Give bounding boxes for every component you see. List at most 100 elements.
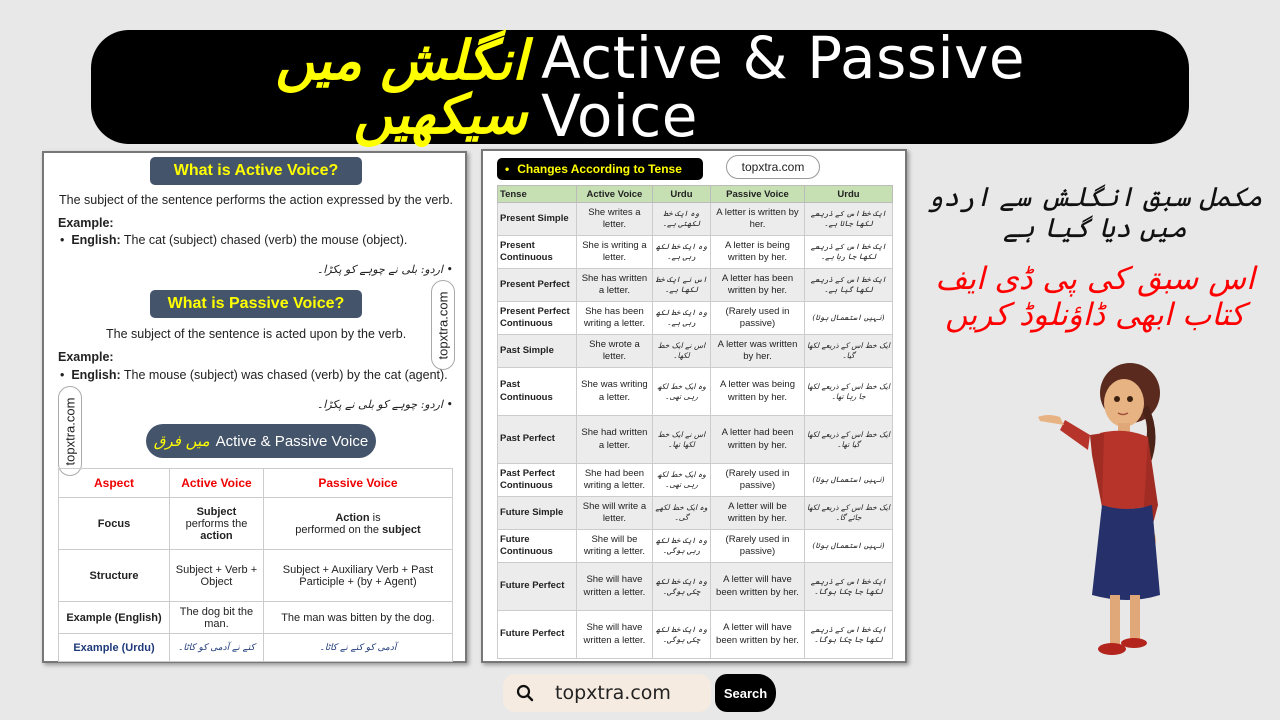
urdu-active-cell: وہ ایک خط لکھ رہی تھی۔	[651, 367, 712, 416]
tense-cell: Present Continuous	[497, 235, 577, 269]
active-cell: She is writing a letter.	[576, 235, 653, 269]
active-cell: She wrote a letter.	[576, 334, 653, 368]
passive-definition: The subject of the sentence is acted upo…	[106, 327, 407, 341]
urdu-passive-cell: (نہیں استعمال ہوتا)	[803, 301, 894, 335]
passive-voice-title: What is Passive Voice?	[150, 290, 362, 318]
urdu-active-cell: وہ ایک خط لکھے گی۔	[651, 496, 712, 530]
tense-title-text: Changes According to Tense	[517, 162, 682, 176]
passive-cell: A letter is being written by her.	[710, 235, 805, 269]
header-active: Active Voice	[576, 185, 653, 203]
header-urdu: Urdu	[651, 185, 712, 203]
aspect-cell: Example (Urdu)	[58, 633, 170, 662]
urdu-passive-cell: (نہیں استعمال ہوتا)	[803, 463, 894, 497]
arm-raised	[1060, 420, 1090, 450]
face	[1104, 379, 1144, 427]
urdu-passive-cell: ایک خط اس کے ذریعے لکھا جا رہا ہے۔	[803, 235, 894, 269]
skirt	[1092, 505, 1160, 600]
aspect-cell: Focus	[58, 497, 170, 550]
tense-cell: Present Perfect	[497, 268, 577, 302]
teacher-illustration	[1038, 363, 1160, 655]
active-cell: She has been writing a letter.	[576, 301, 653, 335]
header-passive: Passive Voice	[262, 468, 454, 498]
tense-changes-card: • Changes According to Tense topxtra.com…	[481, 149, 907, 663]
passive-cell: Action is performed on the subject	[262, 497, 454, 550]
bullet: •	[505, 162, 510, 176]
table-row: Future Perfect She will have written a le…	[497, 610, 894, 659]
table-row: Past Continuous She was writing a letter.…	[497, 367, 894, 416]
urdu-passive-cell: ایک خط اس کے ذریعے لکھا جائے گا۔	[803, 496, 894, 530]
english-label: English:	[71, 368, 121, 382]
passive-cell: A letter is written by her.	[710, 202, 805, 236]
active-definition: The subject of the sentence performs the…	[59, 193, 453, 207]
passive-cell: A letter had been written by her.	[710, 415, 805, 464]
passive-cell: آدمی کو کتے نے کاٹا۔	[262, 633, 454, 662]
urdu-passive-cell: ایک خط اس کے ذریعے لکھا جا چکا ہوگا۔	[803, 562, 894, 611]
lesson-note: مکمل سبق انگلش سے اردو میں دیا گیا ہے	[927, 182, 1263, 244]
table-row: Present Simple She writes a letter. وہ ایک…	[497, 202, 894, 236]
aspect-cell: Example (English)	[58, 601, 170, 634]
active-urdu-text: اردو: بلی نے چوہے کو پکڑا۔	[316, 263, 443, 276]
active-cell: She will have written a letter.	[576, 562, 653, 611]
active-cell: She has written a letter.	[576, 268, 653, 302]
active-cell: She will have written a letter.	[576, 610, 653, 659]
urdu-active-cell: وہ ایک خط لکھ چکی ہوگی۔	[651, 562, 712, 611]
active-cell: She had written a letter.	[576, 415, 653, 464]
cell-text: performed on the	[295, 523, 383, 536]
tense-cell: Present Simple	[497, 202, 577, 236]
active-cell: Subject performs the action	[169, 497, 264, 550]
header-aspect: Aspect	[58, 468, 170, 498]
eye	[1114, 396, 1120, 402]
active-cell: She will write a letter.	[576, 496, 653, 530]
active-cell: She had been writing a letter.	[576, 463, 653, 497]
watermark-badge: topxtra.com	[431, 280, 455, 370]
pdf-note-line: اس سبق کی پی ڈی ایف	[935, 261, 1255, 297]
active-urdu-example: • اردو: بلی نے چوہے کو پکڑا۔	[316, 263, 453, 276]
table-header-row: Aspect Active Voice Passive Voice	[58, 468, 454, 498]
active-cell: She was writing a letter.	[576, 367, 653, 416]
passive-example-label: Example:	[58, 350, 114, 364]
passive-cell: (Rarely used in passive)	[710, 301, 805, 335]
difference-urdu: میں فرق	[153, 432, 210, 450]
difference-english: Active & Passive Voice	[215, 432, 369, 450]
active-cell: She writes a letter.	[576, 202, 653, 236]
bold-text: Subject	[196, 505, 237, 518]
aspect-cell: Structure	[58, 549, 170, 602]
watermark-text: topxtra.com	[435, 291, 451, 359]
banner-urdu-text: انگلش میں سیکھیں	[275, 28, 528, 146]
table-row: Present Perfect Continuous She has been w…	[497, 301, 894, 335]
table-row: Future Perfect She will have written a le…	[497, 562, 894, 611]
table-row: Focus Subject performs the action Action …	[58, 497, 454, 550]
table-row: Future Continuous She will be writing a l…	[497, 529, 894, 563]
pdf-download-note: اس سبق کی پی ڈی ایف کتاب ابھی ڈاؤنلوڈ کر…	[920, 261, 1270, 333]
active-cell: Subject + Verb + Object	[169, 549, 264, 602]
shoe	[1098, 643, 1126, 655]
difference-title: میں فرق Active & Passive Voice	[146, 424, 376, 458]
tense-cell: Future Perfect	[497, 610, 577, 659]
urdu-active-cell: وہ ایک خط لکھ چکی ہوگی۔	[651, 610, 712, 659]
tense-cell: Future Continuous	[497, 529, 577, 563]
search-input[interactable]: topxtra.com	[503, 674, 711, 712]
header-tense: Tense	[497, 185, 577, 203]
table-row: Past Perfect Continuous She had been writ…	[497, 463, 894, 497]
pdf-note-line: کتاب ابھی ڈاؤنلوڈ کریں	[945, 296, 1245, 333]
active-cell: The dog bit the man.	[169, 601, 264, 634]
urdu-active-cell: وہ ایک خط لکھ رہی ہوگی۔	[651, 529, 712, 563]
active-english-text: The cat (subject) chased (verb) the mous…	[123, 233, 408, 247]
header-urdu: Urdu	[803, 185, 894, 203]
search-value: topxtra.com	[555, 682, 671, 704]
table-row: Future Simple She will write a letter. وہ …	[497, 496, 894, 530]
active-voice-title: What is Active Voice?	[150, 157, 362, 185]
bold-text: subject	[382, 523, 421, 536]
urdu-passive-cell: (نہیں استعمال ہوتا)	[803, 529, 894, 563]
banner-title: Active & Passive Voice	[541, 24, 1026, 150]
active-cell: کتے نے آدمی کو کاٹا۔	[169, 633, 264, 662]
urdu-passive-cell: ایک خط اس کے ذریعے لکھا جا چکا ہوگا۔	[803, 610, 894, 659]
table-header-row: Tense Active Voice Urdu Passive Voice Ur…	[497, 185, 894, 203]
search-button[interactable]: Search	[715, 674, 776, 712]
urdu-active-cell: اس نے ایک خط لکھا ہے۔	[651, 268, 712, 302]
search-icon	[516, 684, 534, 702]
table-row: Present Perfect She has written a letter.…	[497, 268, 894, 302]
passive-cell: A letter was written by her.	[710, 334, 805, 368]
header-passive: Passive Voice	[710, 185, 805, 203]
active-example-label: Example:	[58, 216, 114, 230]
